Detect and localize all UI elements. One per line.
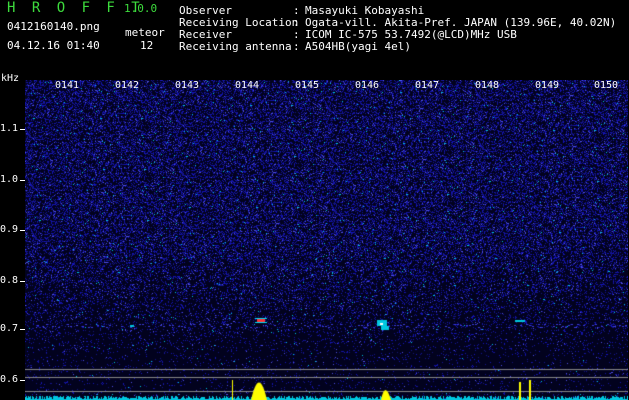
hroftt-screen: H R O F F T 1.0.0 0412160140.png 04.12.1… — [0, 0, 629, 400]
frequency-unit: kHz — [1, 73, 20, 84]
antenna-value: A504HB(yagi 4el) — [305, 40, 411, 53]
y-tick — [20, 329, 25, 330]
x-tick-label: 0141 — [55, 80, 80, 91]
spectrogram — [25, 80, 628, 400]
colon: : — [293, 40, 300, 53]
x-tick-label: 0146 — [355, 80, 380, 91]
y-tick — [20, 380, 25, 381]
x-tick-label: 0144 — [235, 80, 260, 91]
y-tick-label: 0.9 — [0, 224, 19, 235]
y-tick-label: 1.1 — [0, 123, 19, 134]
x-tick-label: 0149 — [535, 80, 560, 91]
meteor-count: 12 — [140, 39, 154, 52]
antenna-label: Receiving antenna — [179, 40, 292, 53]
x-tick-label: 0148 — [475, 80, 500, 91]
file-name: 0412160140.png — [7, 20, 100, 33]
spectrogram-canvas — [25, 80, 628, 400]
y-tick — [20, 230, 25, 231]
x-tick-label: 0147 — [415, 80, 440, 91]
y-tick — [20, 129, 25, 130]
y-tick — [20, 180, 25, 181]
x-tick-label: 0145 — [295, 80, 320, 91]
x-tick-label: 0143 — [175, 80, 200, 91]
date-time: 04.12.16 01:40 — [7, 39, 100, 52]
meteor-label: meteor — [125, 26, 165, 39]
y-tick-label: 0.7 — [0, 323, 19, 334]
y-tick-label: 0.6 — [0, 374, 19, 385]
x-tick-label: 0150 — [594, 80, 619, 91]
y-tick-label: 0.8 — [0, 275, 19, 286]
y-tick — [20, 281, 25, 282]
x-tick-label: 0142 — [115, 80, 140, 91]
y-tick-label: 1.0 — [0, 174, 19, 185]
app-version: 1.0.0 — [124, 2, 158, 15]
